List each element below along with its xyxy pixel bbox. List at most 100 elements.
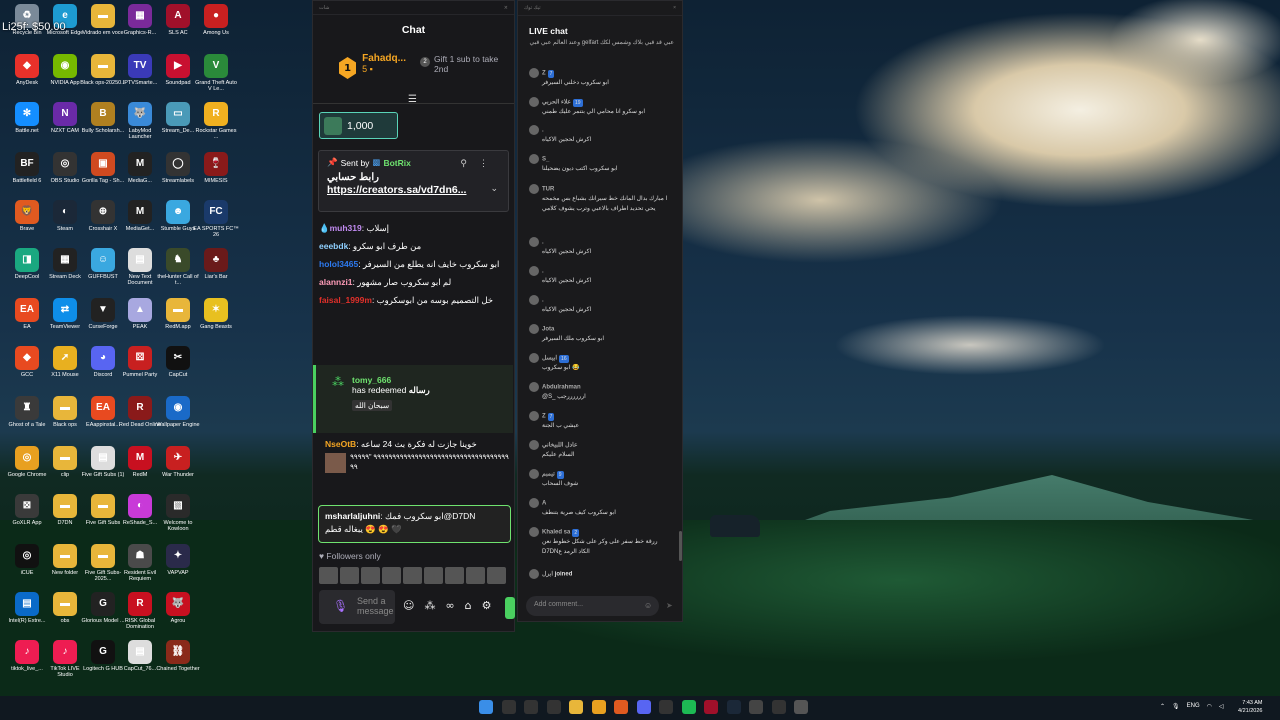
scrollbar[interactable] xyxy=(679,531,682,561)
avatar xyxy=(445,567,464,584)
taskbar-chrome-icon[interactable] xyxy=(591,700,606,714)
unpin-icon[interactable]: ⚲ xyxy=(460,158,479,168)
taskbar-obs-icon[interactable] xyxy=(659,700,673,714)
store-icon[interactable]: ⌂ xyxy=(465,599,472,612)
desktop-icon[interactable]: ⛓ Chained Together xyxy=(155,640,201,672)
desktop-icon[interactable]: ✂ CapCut xyxy=(155,346,201,378)
pinned-message[interactable]: 📌 Sent by ▩ BotRix ⚲⋮ رابط حسابي https://cr… xyxy=(318,150,509,212)
live-username[interactable]: . xyxy=(542,128,544,134)
live-username[interactable]: Jota xyxy=(542,327,554,333)
gear-icon[interactable]: ⚙ xyxy=(482,599,492,612)
bits-leader[interactable]: 1,000 xyxy=(319,112,398,139)
live-message: ﺗﯿﻤﺒﻢ 9 شوف السحاب xyxy=(529,469,674,490)
live-username[interactable]: عادل اللبيخاني xyxy=(542,443,578,449)
gift-prompt[interactable]: 2 Gift 1 sub to take 2nd xyxy=(420,54,504,75)
top-gifter-card[interactable]: 1 Fahadq... 5 ▪ 2 Gift 1 sub to take 2nd xyxy=(313,45,514,93)
taskbar-app-d-icon[interactable] xyxy=(794,700,808,714)
app-icon: ◐ xyxy=(53,200,77,224)
taskbar-search-icon[interactable] xyxy=(501,700,516,714)
desktop-icon[interactable]: ▧ Welcome to Kowloon xyxy=(155,494,201,533)
close-icon[interactable]: × xyxy=(504,5,508,11)
live-username[interactable]: . xyxy=(542,269,544,275)
desktop-icon[interactable]: ✈ War Thunder xyxy=(155,446,201,478)
taskbar-app-a-icon[interactable] xyxy=(704,700,718,714)
taskbar-explorer-icon[interactable] xyxy=(569,700,583,714)
redeem-user[interactable]: tomy_666 xyxy=(352,375,513,385)
chat-text: خل التصميم بوسه من ابوسكروب xyxy=(376,294,494,305)
pinned-link[interactable]: https://creators.sa/vd7dn6... xyxy=(327,184,500,196)
avatar xyxy=(319,567,338,584)
live-username[interactable]: ﺗﯿﻤﺒﻢ xyxy=(542,472,555,478)
chat-username[interactable]: muh319 xyxy=(330,223,362,233)
live-username[interactable]: . xyxy=(542,298,544,304)
clock-date: 4/21/2026 xyxy=(1238,708,1263,715)
live-username[interactable]: TUR xyxy=(542,187,554,193)
taskbar-taskview-icon[interactable] xyxy=(524,700,538,714)
taskbar-discord-icon[interactable] xyxy=(636,700,651,714)
desktop-icon[interactable]: ✶ Gang Beasts xyxy=(193,298,239,330)
close-icon[interactable]: × xyxy=(673,5,676,11)
speaker-icon[interactable]: ◁ xyxy=(1219,703,1224,710)
taskbar-brave-icon[interactable] xyxy=(614,700,628,714)
live-username[interactable]: A xyxy=(542,501,546,507)
pin-actions[interactable]: ⚲⋮ xyxy=(460,158,500,169)
chat-input[interactable]: Send a message xyxy=(319,590,395,624)
live-username[interactable]: Abdulrahman xyxy=(542,385,581,391)
microphone-icon[interactable]: 🎙 xyxy=(1172,703,1180,710)
channel-points-icon: ⁂ xyxy=(332,375,344,389)
desktop-icon-label: CapCut xyxy=(168,372,188,378)
live-text: اكرش لحجين الاكياه xyxy=(542,249,592,256)
desktop-icon[interactable]: 🍷 MIMESIS xyxy=(193,152,239,184)
live-username[interactable]: علاء الحربي xyxy=(542,100,571,106)
more-options-icon[interactable]: ⋮ xyxy=(479,158,500,168)
desktop-icon[interactable]: ✦ VAPVAP xyxy=(155,544,201,576)
live-username[interactable]: S_ xyxy=(542,157,549,163)
app-icon: ◐ xyxy=(128,494,152,518)
live-username[interactable]: Khaled sa xyxy=(542,530,570,536)
desktop-icon[interactable]: ♣ Liar's Bar xyxy=(193,248,239,280)
chat-username[interactable]: faisal_1999m xyxy=(319,295,372,305)
desktop-icon[interactable]: FC EA SPORTS FC™ 26 xyxy=(193,200,239,239)
chat-username[interactable]: holol3465 xyxy=(319,259,358,269)
level-badge: 2 xyxy=(572,528,580,537)
share-icon[interactable]: ⁂ xyxy=(424,599,435,612)
desktop-icon[interactable]: R Rockstar Games ... xyxy=(193,102,239,141)
taskbar-start-icon[interactable] xyxy=(479,700,493,714)
add-comment-input[interactable]: Add comment... xyxy=(526,596,659,616)
desktop-icon[interactable]: V Grand Theft Auto V Le... xyxy=(193,54,239,93)
live-message: علاء الحربي 19 ابو سكرو انا محامي الي بتنم… xyxy=(529,97,674,118)
taskbar-spotify-icon[interactable] xyxy=(681,700,696,714)
send-button[interactable] xyxy=(505,597,515,619)
chat-username[interactable]: eeebdk xyxy=(319,241,348,251)
chat-username[interactable]: NseOtB xyxy=(325,439,356,449)
live-username[interactable]: Z xyxy=(542,414,546,420)
chevron-down-icon[interactable]: ⌄ xyxy=(490,183,498,194)
microphone-icon[interactable]: 🎙 xyxy=(333,599,348,613)
emoji-icon[interactable]: ☺ xyxy=(644,601,652,610)
chat-username[interactable]: msharlaljuhni xyxy=(325,511,380,521)
send-icon[interactable]: ➤ xyxy=(666,601,673,610)
taskbar-app-b-icon[interactable] xyxy=(749,700,763,714)
desktop-icon[interactable]: ◉ Wallpaper Engine xyxy=(155,396,201,428)
live-username[interactable]: ابرل xyxy=(542,572,553,578)
desktop-icon-label: MIMESIS xyxy=(204,178,228,184)
desktop-icon[interactable]: ● Among Us xyxy=(193,4,239,36)
app-icon: ◆ xyxy=(15,54,39,78)
redeem-text: has redeemed xyxy=(352,385,407,395)
chevron-up-icon[interactable]: ⌃ xyxy=(1160,703,1165,710)
chat-username[interactable]: alannzi1 xyxy=(319,277,353,287)
live-username[interactable]: Z xyxy=(542,71,546,77)
taskbar-steam-icon[interactable] xyxy=(726,700,741,714)
wifi-icon[interactable]: ◠ xyxy=(1207,703,1212,710)
lang-indicator[interactable]: ENG xyxy=(1187,703,1200,710)
live-username[interactable]: . xyxy=(542,240,544,246)
level-badge: 16 xyxy=(559,354,569,363)
clock[interactable]: 7:43 AM 4/21/2026 xyxy=(1238,699,1262,716)
level-badge: 19 xyxy=(573,98,583,107)
emote-icon[interactable]: ☺ xyxy=(403,599,414,612)
desktop-icon[interactable]: 🐺 Agrou xyxy=(155,592,201,624)
live-username[interactable]: ابيسل xyxy=(542,356,557,362)
taskbar-widgets-icon[interactable] xyxy=(546,700,561,714)
infinity-icon[interactable]: ∞ xyxy=(445,599,454,612)
taskbar-app-c-icon[interactable] xyxy=(771,700,786,714)
